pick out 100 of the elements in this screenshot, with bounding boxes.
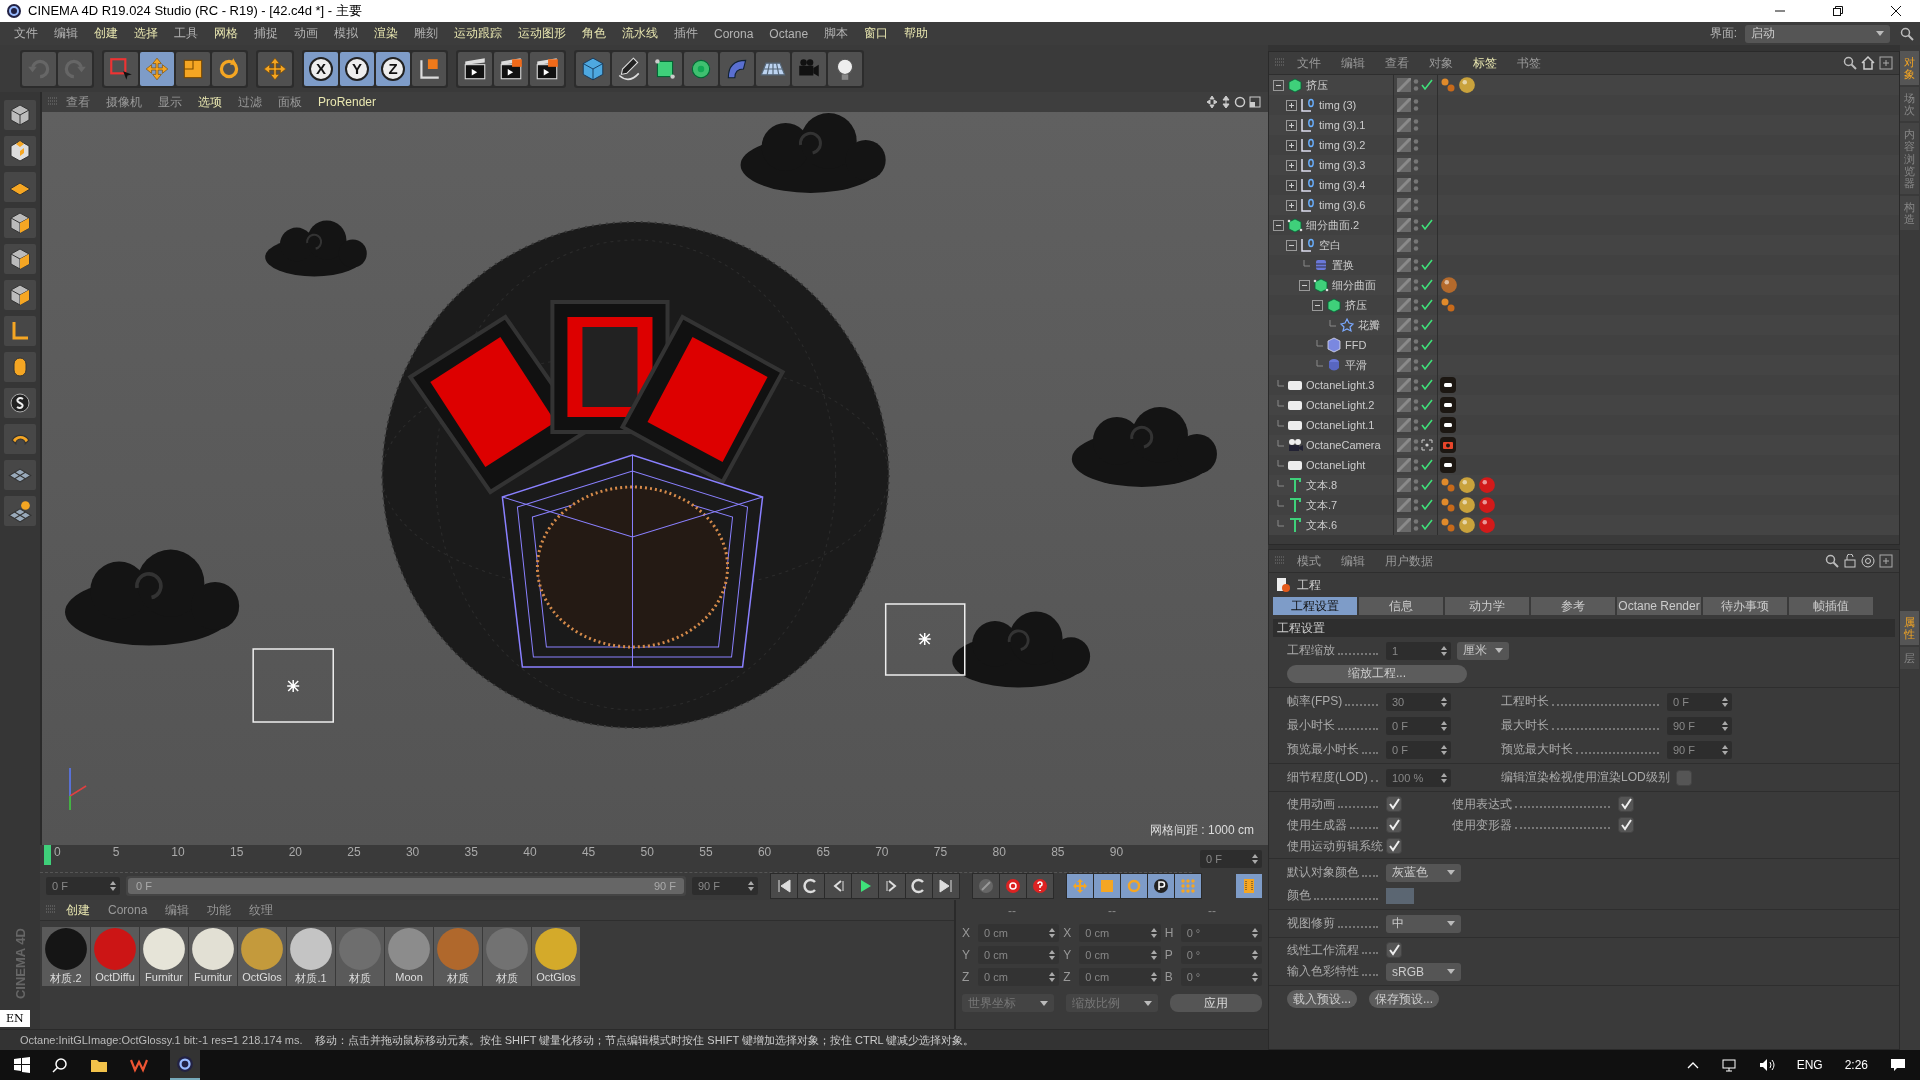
checkbox[interactable]	[1618, 796, 1634, 812]
object-row[interactable]: OctaneLight	[1269, 455, 1899, 475]
render-settings-tool-button[interactable]	[530, 51, 564, 86]
material-tag-icon[interactable]	[1478, 496, 1496, 514]
attribute-tab[interactable]: Octane Render	[1617, 597, 1701, 615]
viewport-menu-item[interactable]: 查看	[58, 93, 98, 111]
layer-swatch-icon[interactable]	[1397, 438, 1411, 452]
object-row[interactable]: 挤压	[1269, 75, 1899, 95]
menu-item[interactable]: 运动图形	[510, 25, 574, 42]
camera-tag-icon[interactable]	[1440, 437, 1456, 453]
menu-item[interactable]: 捕捉	[246, 25, 286, 42]
object-menu-item[interactable]: 对象	[1421, 54, 1461, 72]
axis-l-mode-button[interactable]	[4, 316, 36, 346]
clock[interactable]: 2:26	[1844, 1058, 1868, 1072]
checkbox[interactable]	[1386, 817, 1402, 833]
object-name[interactable]: OctaneLight	[1306, 459, 1366, 471]
object-name[interactable]: timg (3).3	[1319, 159, 1366, 171]
network-icon[interactable]	[1720, 1058, 1737, 1072]
material-swatch[interactable]: 材质	[434, 927, 482, 986]
new-panel-icon[interactable]	[1879, 554, 1893, 568]
side-tab[interactable]: 对象	[1900, 51, 1919, 86]
object-name[interactable]: 文本.6	[1306, 517, 1338, 533]
checkbox[interactable]	[1386, 796, 1402, 812]
object-name[interactable]: 花瓣	[1358, 317, 1380, 333]
menu-item[interactable]: 运动跟踪	[446, 25, 510, 42]
search-icon[interactable]	[1825, 554, 1839, 568]
phong-tag-icon[interactable]	[1440, 297, 1456, 313]
light-tool-button[interactable]	[828, 51, 862, 86]
coord-tool-button[interactable]	[412, 51, 446, 86]
visibility-dots-icon[interactable]	[1413, 198, 1419, 212]
check-icon[interactable]	[1421, 499, 1433, 511]
attribute-tab[interactable]: 动力学	[1445, 597, 1529, 615]
layer-swatch-icon[interactable]	[1397, 98, 1411, 112]
object-name[interactable]: OctaneLight.3	[1306, 379, 1375, 391]
check-icon[interactable]	[1421, 459, 1433, 471]
material-tag-icon[interactable]	[1478, 476, 1496, 494]
search-icon[interactable]	[1900, 26, 1914, 41]
lock-icon[interactable]	[1843, 554, 1857, 568]
number-field[interactable]: 0 F	[1386, 716, 1451, 735]
material-tag-icon[interactable]	[1458, 496, 1476, 514]
select-tool-button[interactable]	[104, 51, 138, 86]
grid-lock-mode-button[interactable]	[4, 496, 36, 526]
restore-icon[interactable]	[1832, 5, 1844, 17]
rotate-tool-button[interactable]	[212, 51, 246, 86]
material-tag-icon[interactable]	[1458, 476, 1476, 494]
floor-tool-button[interactable]	[756, 51, 790, 86]
number-field[interactable]: 0 cm	[1079, 946, 1161, 964]
check-icon[interactable]	[1421, 479, 1433, 491]
polys-mode-button[interactable]	[4, 280, 36, 310]
material-swatch[interactable]: 材质	[483, 927, 531, 986]
axis-lock-button[interactable]: Z	[376, 51, 410, 86]
checker-mode-button[interactable]	[4, 136, 36, 166]
attribute-menu-item[interactable]: 用户数据	[1377, 552, 1441, 570]
object-menu-item[interactable]: 编辑	[1333, 54, 1373, 72]
visibility-dots-icon[interactable]	[1413, 318, 1419, 332]
light-tag-icon[interactable]	[1440, 417, 1456, 433]
number-field[interactable]: 90 F	[692, 877, 758, 895]
layer-swatch-icon[interactable]	[1397, 318, 1411, 332]
menu-item[interactable]: 创建	[86, 25, 126, 42]
number-field[interactable]: 90 F	[1667, 740, 1732, 759]
menu-item[interactable]: 网格	[206, 25, 246, 42]
visibility-dots-icon[interactable]	[1413, 78, 1419, 92]
visibility-dots-icon[interactable]	[1413, 178, 1419, 192]
number-field[interactable]: 0 cm	[978, 946, 1060, 964]
check-icon[interactable]	[1421, 339, 1433, 351]
object-name[interactable]: 挤压	[1345, 297, 1367, 313]
record-button[interactable]	[1000, 874, 1026, 898]
viewport-menu-item[interactable]: 选项	[190, 93, 230, 111]
points-mode-button[interactable]	[4, 208, 36, 238]
phong-tag-icon[interactable]	[1440, 77, 1456, 93]
home-icon[interactable]	[1861, 56, 1875, 70]
menu-item[interactable]: 工具	[166, 25, 206, 42]
layer-swatch-icon[interactable]	[1397, 498, 1411, 512]
side-tab[interactable]: 层	[1900, 647, 1919, 670]
object-name[interactable]: timg (3).4	[1319, 179, 1366, 191]
object-row[interactable]: 文本.6	[1269, 515, 1899, 535]
material-swatch[interactable]: OctDiffu	[91, 927, 139, 986]
material-menu-item[interactable]: 创建	[58, 901, 98, 919]
visibility-dots-icon[interactable]	[1413, 278, 1419, 292]
material-swatch[interactable]: 材质	[336, 927, 384, 986]
expand-icon[interactable]	[1286, 179, 1297, 191]
object-name[interactable]: OctaneCamera	[1306, 439, 1381, 451]
check-icon[interactable]	[1421, 379, 1433, 391]
close-icon[interactable]	[1890, 5, 1902, 17]
object-row[interactable]: 文本.7	[1269, 495, 1899, 515]
unit-dropdown[interactable]: 厘米	[1457, 641, 1509, 660]
start-frame-button[interactable]	[771, 874, 797, 898]
object-name[interactable]: OctaneLight.1	[1306, 419, 1375, 431]
layer-swatch-icon[interactable]	[1397, 518, 1411, 532]
windows-start-icon[interactable]	[14, 1057, 30, 1073]
layer-swatch-icon[interactable]	[1397, 218, 1411, 232]
plane-mode-button[interactable]	[4, 172, 36, 202]
cube-mode-button[interactable]	[4, 100, 36, 130]
side-tab[interactable]: 场次	[1900, 87, 1919, 122]
material-swatch[interactable]: Furnitur	[140, 927, 188, 986]
attribute-tab[interactable]: 帧插值	[1789, 597, 1873, 615]
attribute-tab[interactable]: 待办事项	[1703, 597, 1787, 615]
next-frame-button[interactable]	[879, 874, 905, 898]
layer-swatch-icon[interactable]	[1397, 458, 1411, 472]
checkbox[interactable]	[1618, 817, 1634, 833]
